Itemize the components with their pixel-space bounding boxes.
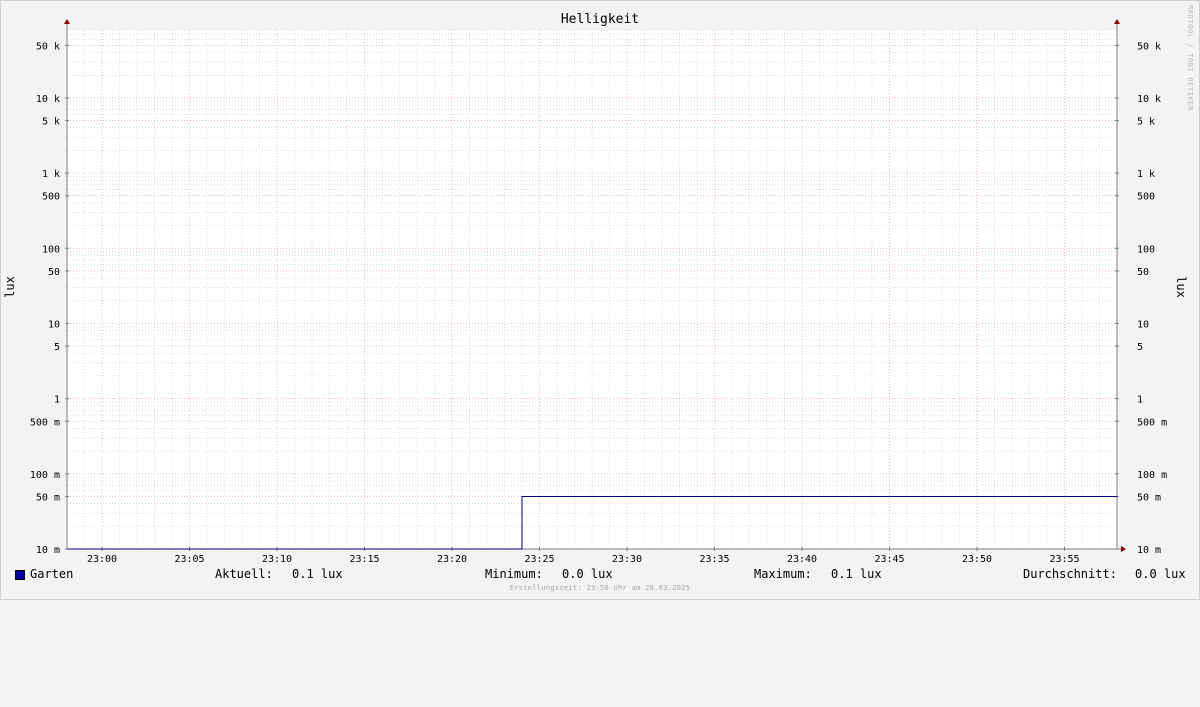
legend-min-value: 0.0 lux <box>562 567 613 581</box>
y-tick-label-right: 5 k <box>1137 117 1155 128</box>
y-tick-label-right: 100 m <box>1137 470 1167 481</box>
y-tick-label-left: 50 m <box>36 492 60 503</box>
legend: Garten Aktuell: 0.1 lux Minimum: 0.0 lux… <box>0 567 1200 585</box>
y-tick-label-left: 50 <box>48 267 60 278</box>
y-tick-label-left: 1 <box>54 395 60 406</box>
y-tick-label-right: 10 k <box>1137 94 1161 105</box>
legend-avg-label: Durchschnitt: <box>1023 567 1117 581</box>
legend-min-label: Minimum: <box>485 567 543 581</box>
rrdtool-watermark: RRDTOOL / TOBI OETIKER <box>1186 5 1194 111</box>
legend-max-label: Maximum: <box>754 567 812 581</box>
y-tick-label-right: 1 <box>1137 395 1143 406</box>
y-tick-label-left: 10 k <box>36 94 60 105</box>
x-tick-label: 23:45 <box>874 554 904 565</box>
x-tick-label: 23:15 <box>349 554 379 565</box>
y-axis-label-right: lux <box>1174 276 1188 298</box>
y-tick-label-left: 5 <box>54 342 60 353</box>
y-tick-label-left: 50 k <box>36 41 60 52</box>
x-tick-label: 23:10 <box>262 554 292 565</box>
brightness-chart: 23:00 23:05 23:10 23:15 23:20 23:25 23:30 23:35… <box>3 12 1188 565</box>
x-tick-label: 23:05 <box>174 554 204 565</box>
x-axis-arrow <box>1121 546 1126 552</box>
x-tick-label: 23:00 <box>87 554 117 565</box>
minor-grid <box>66 29 1118 549</box>
y-axis-left-arrow <box>64 19 70 24</box>
chart-title: Helligkeit <box>561 12 639 27</box>
x-tick-label: 23:25 <box>524 554 554 565</box>
x-tick-label: 23:50 <box>962 554 992 565</box>
y-tick-label-right: 10 m <box>1137 545 1161 556</box>
y-tick-label-right: 1 k <box>1137 169 1155 180</box>
legend-series-name: Garten <box>30 567 74 581</box>
legend-max-value: 0.1 lux <box>831 567 882 581</box>
legend-current-value: 0.1 lux <box>292 567 343 581</box>
creation-time-footer: Erstellungszeit: 23:58 Uhr am 28.03.2025 <box>509 584 691 592</box>
y-tick-label-right: 50 <box>1137 267 1149 278</box>
x-tick-label: 23:40 <box>787 554 817 565</box>
x-tick-label: 23:30 <box>612 554 642 565</box>
y-tick-label-left: 500 m <box>30 417 60 428</box>
y-tick-label-right: 50 m <box>1137 492 1161 503</box>
y-tick-label-right: 500 <box>1137 192 1155 203</box>
y-tick-label-right: 500 m <box>1137 417 1167 428</box>
y-tick-label-right: 5 <box>1137 342 1143 353</box>
y-tick-label-left: 10 <box>48 319 60 330</box>
x-tick-label: 23:55 <box>1049 554 1079 565</box>
y-tick-label-left: 10 m <box>36 545 60 556</box>
y-tick-label-left: 100 m <box>30 470 60 481</box>
legend-current-label: Aktuell: <box>215 567 273 581</box>
y-tick-label-right: 100 <box>1137 244 1155 255</box>
y-tick-label-left: 5 k <box>42 117 60 128</box>
y-tick-label-left: 100 <box>42 244 60 255</box>
y-tick-label-left: 500 <box>42 192 60 203</box>
y-tick-label-right: 50 k <box>1137 41 1161 52</box>
y-tick-label-right: 10 <box>1137 319 1149 330</box>
y-axis-label-left: lux <box>3 276 17 298</box>
x-tick-label: 23:35 <box>699 554 729 565</box>
legend-avg-value: 0.0 lux <box>1135 567 1186 581</box>
y-tick-label-left: 1 k <box>42 169 60 180</box>
y-axis-right-arrow <box>1114 19 1120 24</box>
x-tick-label: 23:20 <box>437 554 467 565</box>
